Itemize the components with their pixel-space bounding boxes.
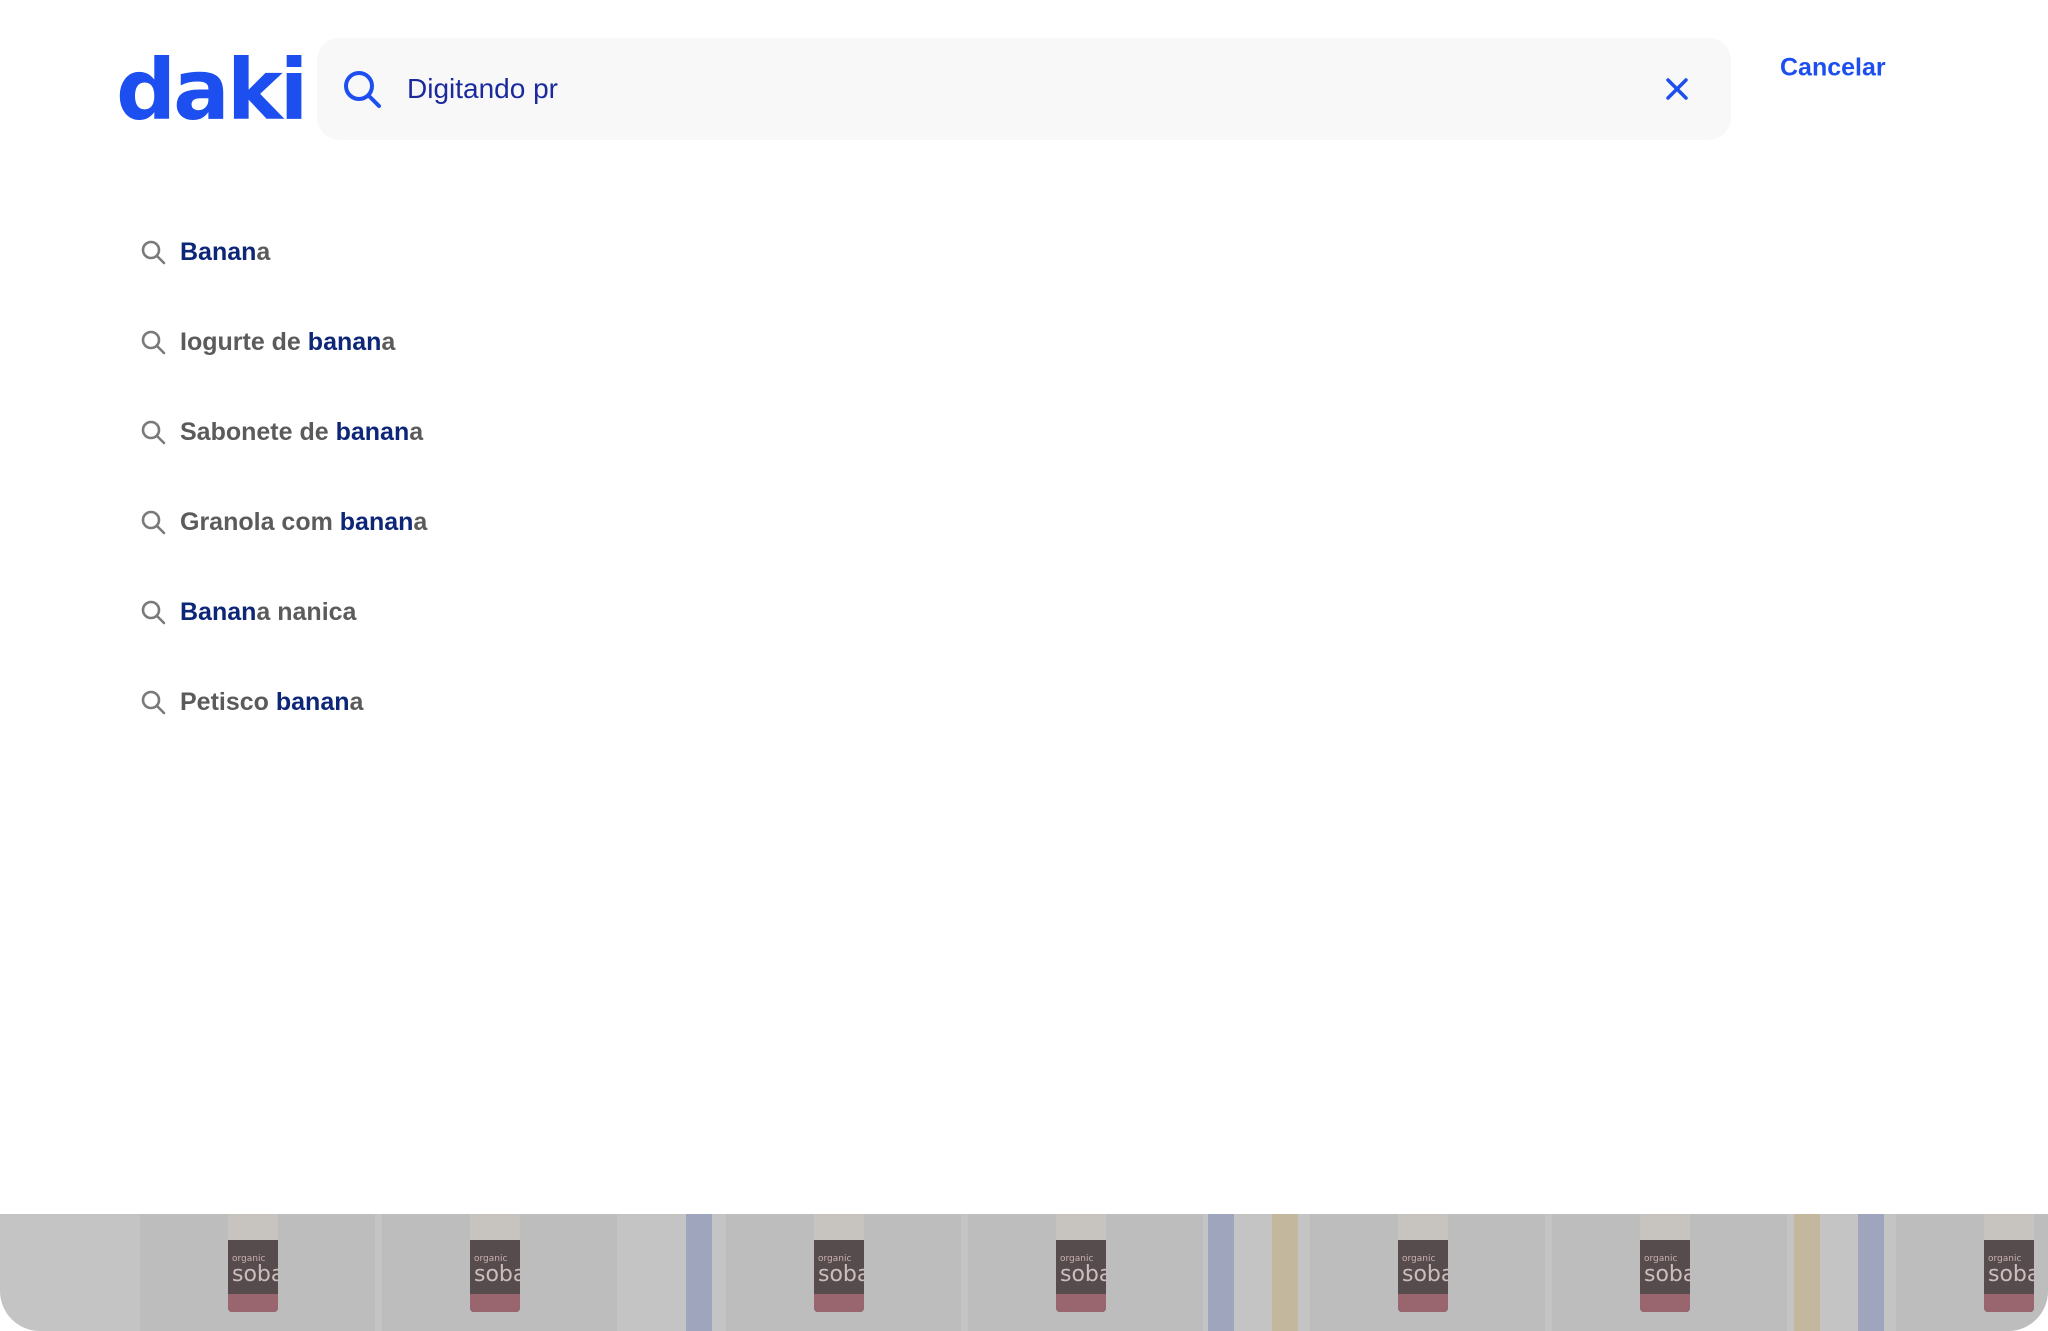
suggestion-highlight: banan — [339, 507, 414, 536]
soba-product-image: organic soba — [470, 1214, 520, 1312]
suggestion-item[interactable]: Petisco banana — [140, 662, 1040, 752]
suggestion-item[interactable]: Banana — [140, 212, 1040, 302]
cancel-button[interactable]: Cancelar — [1780, 54, 1886, 83]
soba-product-image: organic soba — [1398, 1214, 1448, 1312]
search-icon — [141, 510, 166, 535]
suggestion-highlight: banan — [335, 417, 410, 446]
search-icon — [141, 690, 166, 715]
decorative-stripe — [686, 1214, 712, 1331]
suggestion-item[interactable]: Iogurte de banana — [140, 302, 1040, 392]
suggestion-highlight: banan — [275, 687, 350, 716]
suggestion-highlight: Banan — [180, 597, 257, 626]
search-input[interactable] — [407, 62, 1607, 116]
soba-product-image: organic soba — [228, 1214, 278, 1312]
suggestion-item[interactable]: Banana nanica — [140, 572, 1040, 662]
search-icon — [141, 600, 166, 625]
daki-logo[interactable]: daki — [116, 40, 308, 140]
search-icon — [141, 420, 166, 445]
suggestion-label: Granola com banana — [180, 507, 428, 536]
suggestion-label: Banana — [180, 237, 271, 266]
decorative-stripe — [1272, 1214, 1298, 1331]
search-bar[interactable] — [317, 38, 1731, 140]
suggestion-item[interactable]: Granola com banana — [140, 482, 1040, 572]
decorative-stripe — [1208, 1214, 1234, 1331]
search-icon — [141, 330, 166, 355]
search-icon — [344, 71, 381, 108]
suggestion-item[interactable]: Sabonete de banana — [140, 392, 1040, 482]
search-header: daki Cancelar — [0, 0, 2048, 180]
suggestion-highlight: banan — [307, 327, 382, 356]
soba-product-image: organic soba — [1640, 1214, 1690, 1312]
soba-product-image: organic soba — [1984, 1214, 2034, 1312]
dimmed-product-grid: organic soba organic soba organic soba o… — [0, 1214, 2048, 1331]
search-icon — [141, 240, 166, 265]
close-icon — [1666, 78, 1688, 100]
suggestion-label: Sabonete de banana — [180, 417, 424, 446]
suggestion-label: Iogurte de banana — [180, 327, 396, 356]
suggestion-list: Banana Iogurte de banana Sabonete de ban… — [140, 212, 1040, 752]
suggestion-highlight: Banan — [180, 237, 257, 266]
clear-search-button[interactable] — [1657, 69, 1697, 109]
soba-product-image: organic soba — [1056, 1214, 1106, 1312]
suggestion-label: Petisco banana — [180, 687, 364, 716]
decorative-stripe — [1794, 1214, 1820, 1331]
soba-product-image: organic soba — [814, 1214, 864, 1312]
decorative-stripe — [1858, 1214, 1884, 1331]
suggestion-label: Banana nanica — [180, 597, 357, 626]
